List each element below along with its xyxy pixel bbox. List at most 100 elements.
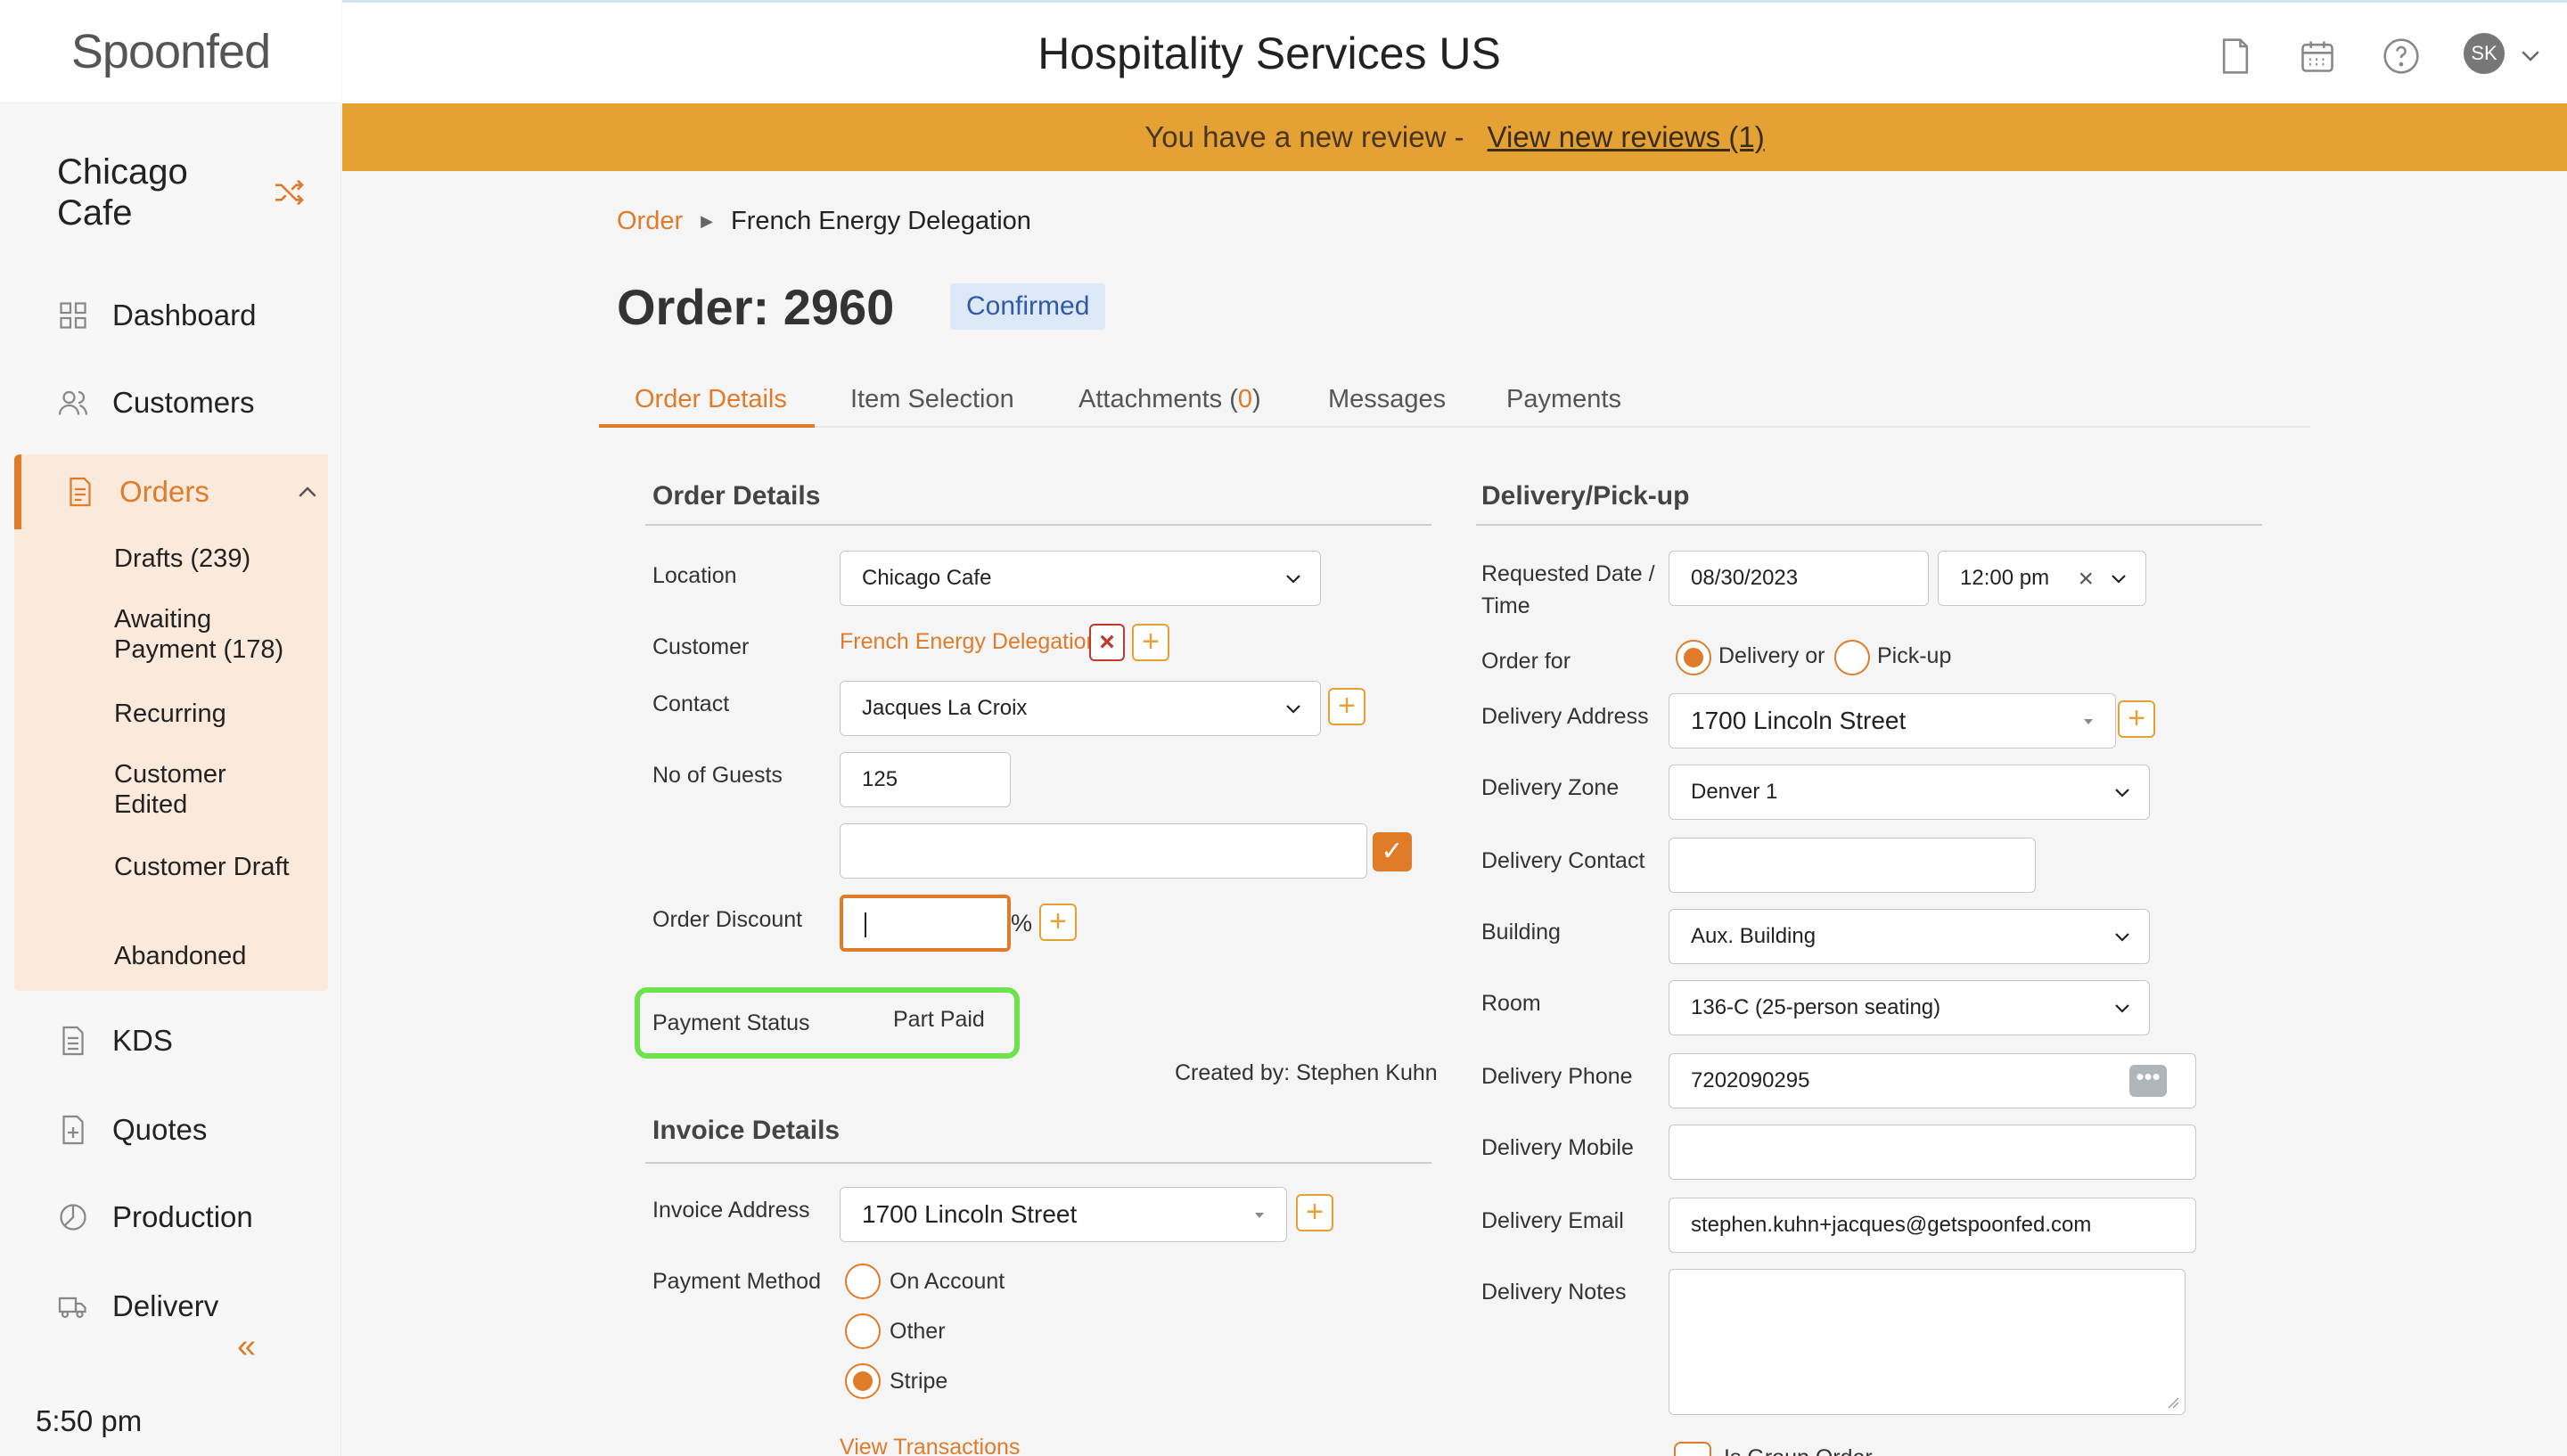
radio-on-account[interactable] [845,1264,881,1299]
sidebar-item-quotes[interactable]: Quotes [0,1092,328,1167]
sidebar-item-dashboard[interactable]: Dashboard [0,278,328,353]
delivery-notes-label: Delivery Notes [1481,1280,1627,1305]
radio-other[interactable] [845,1313,881,1349]
tab-bar: Order Details Item Selection Attachments… [599,371,2310,428]
resize-handle-icon[interactable] [2165,1395,2179,1409]
document-icon[interactable] [2216,35,2255,78]
spoonfed-logo[interactable]: Spoonfed [0,0,341,103]
current-time: 5:50 pm [36,1404,143,1437]
created-by: Created by: Stephen Kuhn [1175,1060,1438,1085]
orders-submenu: Drafts (239) Awaiting Payment (178) Recu… [14,529,328,991]
invoice-address-select[interactable]: 1700 Lincoln Street [840,1187,1287,1242]
location-label: Location [652,563,737,588]
delivery-heading: Delivery/Pick-up [1481,481,1690,511]
radio-label: Stripe [890,1369,948,1394]
venue-name: Chicago Cafe [57,152,188,233]
collapse-sidebar-icon[interactable]: « [237,1328,256,1366]
delivery-address-label: Delivery Address [1481,704,1649,729]
active-tab-indicator [599,424,815,428]
confirm-checkmark-button[interactable]: ✓ [1373,832,1412,871]
radio-label: Pick-up [1877,643,1952,668]
radio-label: Other [890,1319,946,1344]
tab-item-selection[interactable]: Item Selection [850,385,1014,414]
calendar-icon[interactable] [2298,35,2337,78]
delivery-address-select[interactable]: 1700 Lincoln Street [1669,693,2116,748]
add-delivery-address-button[interactable]: + [2118,700,2155,738]
group-order-label: Is Group Order [1724,1445,1873,1456]
help-icon[interactable] [2382,35,2421,78]
radio-pickup[interactable] [1834,640,1870,675]
room-select[interactable]: 136-C (25-person seating) [1669,980,2150,1035]
avatar[interactable]: SK [2464,33,2505,74]
chevron-up-icon[interactable] [294,479,321,506]
sidebar-item-production[interactable]: Production [0,1180,328,1255]
chevron-down-icon[interactable] [2108,568,2129,589]
add-customer-button[interactable]: + [1132,624,1169,661]
sidebar-item-orders[interactable]: Orders [14,454,328,529]
status-badge: Confirmed [950,283,1106,330]
building-select[interactable]: Aux. Building [1669,909,2150,964]
tab-messages[interactable]: Messages [1328,385,1446,414]
delivery-phone-input[interactable]: 7202090295 ••• [1669,1053,2196,1108]
add-document-icon [62,1115,84,1145]
tab-attachments[interactable]: Attachments (0) [1078,385,1261,414]
customer-link[interactable]: French Energy Delegation [840,626,1098,658]
delivery-notes-textarea[interactable] [1669,1269,2186,1415]
users-icon [58,390,88,415]
breadcrumb-order-link[interactable]: Order [617,207,683,235]
guests-input[interactable]: 125 [840,752,1011,807]
sidebar-subitem-abandoned[interactable]: Abandoned [114,941,246,971]
tab-payments[interactable]: Payments [1506,385,1621,414]
sidebar-subitem-awaiting-payment[interactable]: Awaiting Payment (178) [114,604,301,665]
banner-text: You have a new review - [1144,120,1464,153]
sidebar-item-kds[interactable]: KDS [0,1003,328,1078]
sidebar-subitem-recurring[interactable]: Recurring [114,699,226,729]
tab-order-details[interactable]: Order Details [635,385,787,414]
delivery-phone-label: Delivery Phone [1481,1064,1633,1089]
view-transactions-link[interactable]: View Transactions [840,1435,1020,1456]
discount-input[interactable] [840,895,1011,952]
sidebar-subitem-customer-edited[interactable]: Customer Edited [114,759,292,820]
clear-time-icon[interactable]: × [2078,564,2094,594]
sidebar-subitem-customer-draft[interactable]: Customer Draft [114,852,292,882]
remove-customer-button[interactable]: × [1089,624,1125,661]
chevron-down-icon[interactable] [2517,42,2544,69]
clock-pie-icon [60,1204,86,1231]
payment-method-label: Payment Method [652,1269,821,1294]
sidebar-item-customers[interactable]: Customers [0,365,328,440]
review-banner: You have a new review - View new reviews… [342,103,2567,171]
top-bar: Hospitality Services US SK [342,0,2567,103]
delivery-mobile-input[interactable] [1669,1125,2196,1180]
add-discount-button[interactable]: + [1039,904,1077,941]
sidebar-subitem-drafts[interactable]: Drafts (239) [114,544,250,574]
delivery-contact-input[interactable] [1669,838,2036,893]
time-select[interactable]: 12:00 pm × [1938,551,2146,606]
view-reviews-link[interactable]: View new reviews (1) [1488,120,1765,154]
sidebar: Spoonfed Chicago Cafe Dashboard Customer… [0,0,341,1456]
contact-select[interactable]: Jacques La Croix [840,681,1321,736]
shuffle-icon[interactable] [271,175,307,210]
radio-delivery[interactable] [1676,640,1711,675]
extra-input[interactable] [840,823,1367,879]
contact-label: Contact [652,691,730,716]
radio-label: On Account [890,1269,1005,1294]
payment-status-label: Payment Status [652,1010,810,1035]
add-invoice-address-button[interactable]: + [1296,1194,1333,1231]
date-input[interactable]: 08/30/2023 [1669,551,1929,606]
location-select[interactable]: Chicago Cafe [840,551,1321,606]
sidebar-item-label: Production [112,1200,253,1233]
delivery-zone-select[interactable]: Denver 1 [1669,765,2150,820]
page-title: Order: 2960 [617,279,895,335]
delivery-email-input[interactable]: stephen.kuhn+jacques@getspoonfed.com [1669,1198,2196,1253]
add-contact-button[interactable]: + [1328,688,1366,725]
chevron-down-icon [2115,1004,2129,1013]
more-options-icon[interactable]: ••• [2129,1065,2167,1097]
document-icon [70,477,91,507]
sidebar-item-label: Dashboard [112,299,257,331]
radio-stripe[interactable] [845,1363,881,1399]
payment-status-value: Part Paid [893,1007,985,1032]
sidebar-item-delivery[interactable]: Deliverv [0,1269,328,1344]
sidebar-item-label: Customers [112,386,255,419]
caret-down-icon [1255,1213,1264,1218]
group-order-checkbox[interactable] [1674,1442,1711,1456]
